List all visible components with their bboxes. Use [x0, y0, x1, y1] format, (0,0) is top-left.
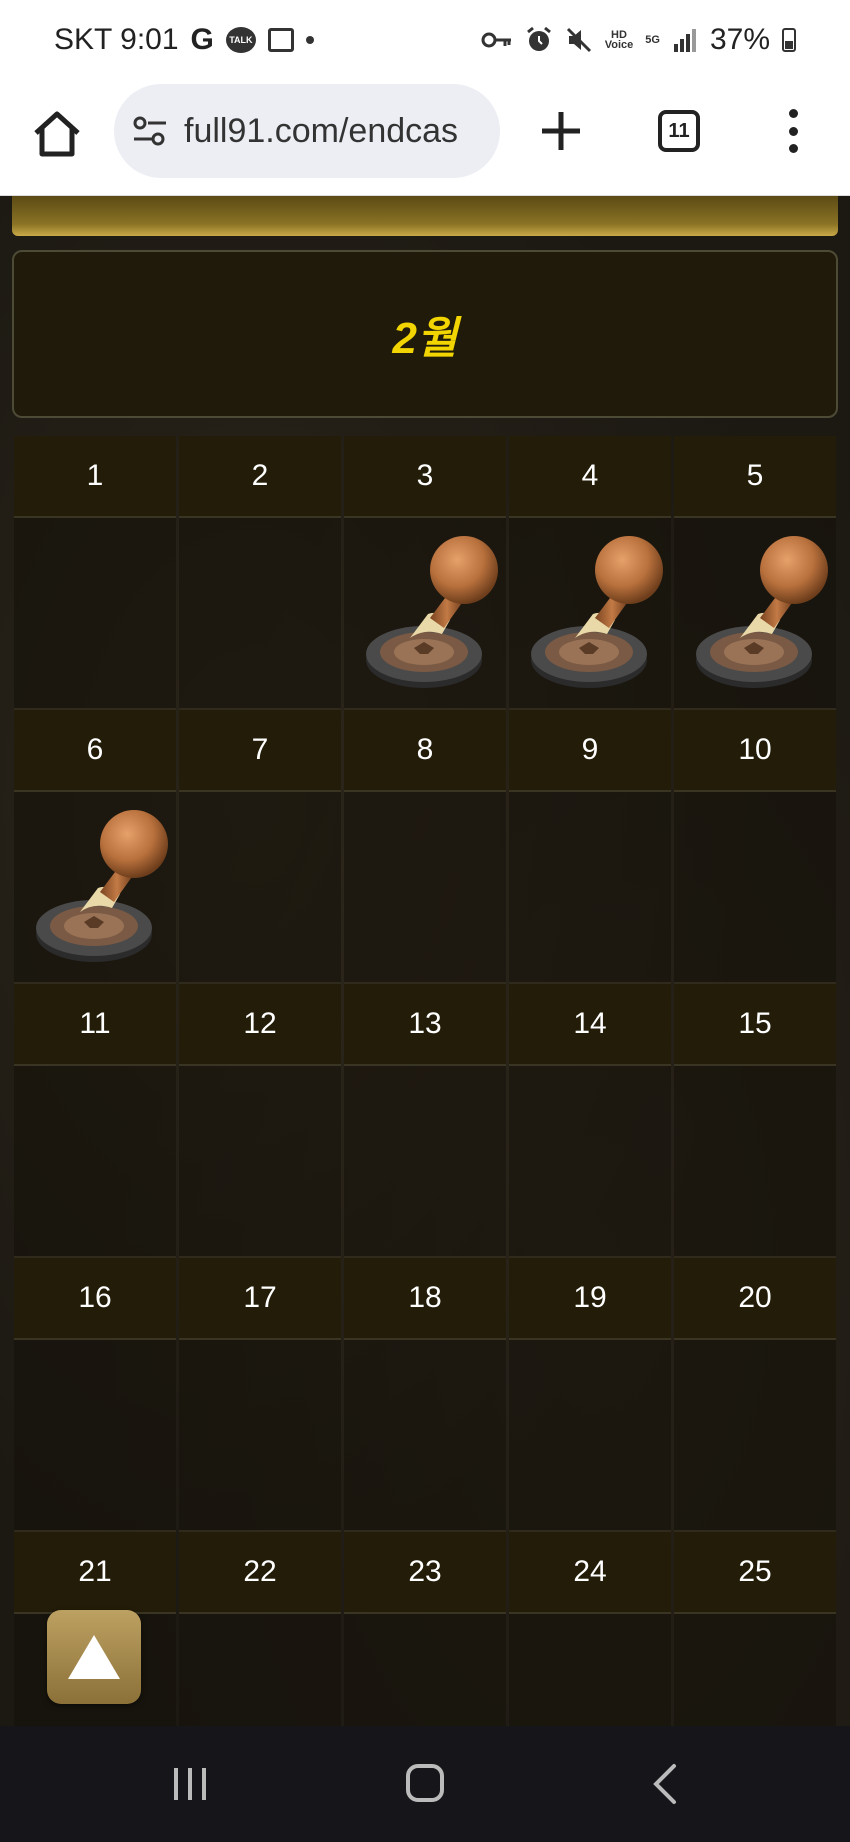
home-button[interactable]	[30, 107, 84, 161]
gallery-icon	[267, 28, 294, 52]
url-text[interactable]: full91.com/endcas	[184, 112, 458, 151]
plus-icon	[542, 112, 580, 150]
day-stamp-cell	[14, 1340, 176, 1532]
system-nav-bar	[0, 1726, 850, 1842]
header-banner-strip	[12, 196, 838, 236]
day-stamp-cell	[674, 792, 836, 984]
tab-switcher-button[interactable]: 11	[658, 110, 700, 152]
day-stamp-cell	[674, 518, 836, 710]
day-number-cell: 22	[179, 1532, 341, 1614]
battery-percent: 37%	[709, 23, 770, 56]
day-stamp-cell	[674, 1340, 836, 1532]
dot-icon	[305, 36, 314, 44]
day-stamp-cell	[179, 1614, 341, 1726]
day-number-cell: 3	[344, 436, 506, 518]
day-number-cell: 1	[14, 436, 176, 518]
stamp-icon	[28, 804, 168, 970]
day-number-cell: 16	[14, 1258, 176, 1340]
day-stamp-cell	[344, 518, 506, 710]
day-stamp-cell	[179, 518, 341, 710]
address-bar[interactable]: full91.com/endcas	[114, 84, 500, 178]
scroll-to-top-button[interactable]	[47, 1610, 141, 1704]
day-number-cell: 2	[179, 436, 341, 518]
day-number-cell: 10	[674, 710, 836, 792]
day-number-cell: 11	[14, 984, 176, 1066]
signal-icon	[672, 28, 698, 52]
day-stamp-cell	[14, 518, 176, 710]
month-header: 2월	[12, 250, 838, 418]
day-number-cell: 14	[509, 984, 671, 1066]
day-number-cell: 24	[509, 1532, 671, 1614]
day-number-cell: 21	[14, 1532, 176, 1614]
day-stamp-cell	[179, 792, 341, 984]
month-title: 2월	[392, 314, 458, 363]
attendance-calendar: 12345 6 7 8 9 10 11 12 13 14 15 16 17 18…	[14, 436, 836, 1726]
day-stamp-cell	[14, 792, 176, 984]
stamp-icon	[688, 530, 828, 696]
back-button[interactable]	[650, 1762, 680, 1806]
day-number-cell: 7	[179, 710, 341, 792]
day-number-cell: 6	[14, 710, 176, 792]
day-stamp-cell	[674, 1066, 836, 1258]
key-icon	[481, 30, 513, 50]
day-stamp-cell	[509, 792, 671, 984]
day-number-cell: 25	[674, 1532, 836, 1614]
menu-dot-icon	[788, 126, 798, 136]
day-number-cell: 12	[179, 984, 341, 1066]
day-stamp-cell	[509, 1340, 671, 1532]
day-stamp-cell	[14, 1066, 176, 1258]
day-stamp-cell	[344, 1340, 506, 1532]
status-bar: SKT 9:01 G TALK HD Voice 5G 37%	[0, 0, 850, 80]
day-stamp-cell	[509, 1066, 671, 1258]
menu-dot-icon	[788, 144, 798, 153]
home-nav-button[interactable]	[406, 1764, 444, 1802]
day-stamp-cell	[509, 1614, 671, 1726]
day-number-cell: 13	[344, 984, 506, 1066]
kakaotalk-icon: TALK	[225, 27, 256, 53]
voice-label: Voice	[604, 39, 634, 51]
day-stamp-cell	[674, 1614, 836, 1726]
mute-icon	[565, 26, 593, 54]
day-number-cell: 8	[344, 710, 506, 792]
5g-icon: 5G	[645, 34, 660, 46]
more-menu-button[interactable]	[776, 106, 810, 156]
carrier-time: SKT 9:01	[54, 23, 179, 56]
stamp-icon	[358, 530, 498, 696]
day-number-cell: 5	[674, 436, 836, 518]
hd-voice-icon: HD Voice	[604, 30, 634, 51]
day-stamp-cell	[344, 1066, 506, 1258]
day-stamp-cell	[179, 1066, 341, 1258]
battery-icon	[782, 28, 796, 52]
day-number-cell: 20	[674, 1258, 836, 1340]
new-tab-button[interactable]	[536, 106, 586, 156]
google-icon: G	[190, 23, 214, 56]
day-stamp-cell	[509, 518, 671, 710]
day-number-cell: 15	[674, 984, 836, 1066]
day-number-cell: 18	[344, 1258, 506, 1340]
menu-dot-icon	[788, 109, 798, 118]
browser-toolbar: full91.com/endcas 11	[0, 80, 850, 196]
stamp-icon	[523, 530, 663, 696]
home-icon	[34, 111, 80, 157]
day-stamp-cell	[179, 1340, 341, 1532]
site-settings-icon[interactable]	[130, 111, 170, 151]
day-number-cell: 17	[179, 1258, 341, 1340]
alarm-icon	[525, 26, 553, 54]
day-number-cell: 4	[509, 436, 671, 518]
day-number-cell: 19	[509, 1258, 671, 1340]
day-stamp-cell	[344, 792, 506, 984]
page-content: 2월 12345 6 7 8 9 10 11 12 13 14 15 16 17…	[0, 196, 850, 1726]
day-number-cell: 23	[344, 1532, 506, 1614]
recent-apps-button[interactable]	[170, 1766, 210, 1802]
day-stamp-cell	[344, 1614, 506, 1726]
day-number-cell: 9	[509, 710, 671, 792]
triangle-up-icon	[68, 1635, 120, 1679]
